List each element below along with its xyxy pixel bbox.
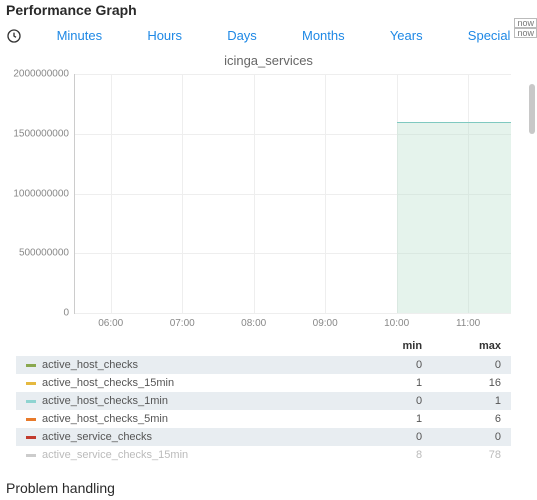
x-axis-label: 06:00 <box>98 318 123 329</box>
legend-series-name: active_host_checks_15min <box>42 377 174 389</box>
legend-table: min max active_host_checks00active_host_… <box>16 336 511 464</box>
legend-min-value: 1 <box>358 374 432 392</box>
legend-swatch <box>26 400 36 403</box>
legend-max-value: 6 <box>432 410 511 428</box>
legend-row[interactable]: active_host_checks 00 <box>16 356 511 374</box>
legend-swatch <box>26 454 36 457</box>
legend-swatch <box>26 364 36 367</box>
legend-series-name: active_service_checks <box>42 431 152 443</box>
legend-max-value: 0 <box>432 428 511 446</box>
tab-hours[interactable]: Hours <box>125 24 205 47</box>
y-axis-label: 1000000000 <box>9 188 69 199</box>
legend-series-name: active_host_checks <box>42 359 138 371</box>
gridline-h <box>75 74 511 75</box>
legend-col-max: max <box>432 336 511 356</box>
gridline-v <box>254 74 255 313</box>
chart-data-area <box>397 122 511 313</box>
page-title: Performance Graph <box>0 0 537 24</box>
x-axis-label: 07:00 <box>170 318 195 329</box>
now-button-top[interactable]: now <box>514 18 537 28</box>
now-button-bottom[interactable]: now <box>514 28 537 38</box>
y-axis-label: 500000000 <box>9 248 69 259</box>
legend-min-value: 0 <box>358 428 432 446</box>
tab-years[interactable]: Years <box>367 24 445 47</box>
legend-row[interactable]: active_host_checks_5min 16 <box>16 410 511 428</box>
now-button-group: now now <box>514 18 537 38</box>
legend-row[interactable]: active_host_checks_1min 01 <box>16 392 511 410</box>
legend-series-name: active_service_checks_15min <box>42 449 188 461</box>
tab-days[interactable]: Days <box>205 24 280 47</box>
legend-max-value: 16 <box>432 374 511 392</box>
clock-icon <box>6 28 22 44</box>
tab-months[interactable]: Months <box>279 24 367 47</box>
timerange-tabs: Minutes Hours Days Months Years Special <box>0 24 537 51</box>
y-axis-label: 1500000000 <box>9 128 69 139</box>
chart-title: icinga_services <box>8 53 529 68</box>
legend-series-name: active_host_checks_1min <box>42 395 168 407</box>
legend-swatch <box>26 436 36 439</box>
legend-max-value: 1 <box>432 392 511 410</box>
legend-row[interactable]: active_host_checks_15min 116 <box>16 374 511 392</box>
vertical-scrollbar[interactable] <box>529 84 535 134</box>
legend-col-min: min <box>358 336 432 356</box>
legend-swatch <box>26 418 36 421</box>
gridline-h <box>75 313 511 314</box>
gridline-v <box>111 74 112 313</box>
legend-row[interactable]: active_service_checks_15min 878 <box>16 446 511 464</box>
legend-row[interactable]: active_service_checks 00 <box>16 428 511 446</box>
legend-col-name <box>16 336 358 356</box>
legend-swatch <box>26 382 36 385</box>
y-axis-label: 0 <box>9 308 69 319</box>
y-axis-label: 2000000000 <box>9 69 69 80</box>
x-axis-label: 09:00 <box>313 318 338 329</box>
legend-series-name: active_host_checks_5min <box>42 413 168 425</box>
gridline-v <box>325 74 326 313</box>
chart-plot-area[interactable]: 0500000000100000000015000000002000000000… <box>74 74 511 314</box>
chart-container: icinga_services 050000000010000000001500… <box>0 53 537 464</box>
tab-minutes[interactable]: Minutes <box>34 24 125 47</box>
section-problem-handling: Problem handling <box>6 480 115 496</box>
legend-min-value: 1 <box>358 410 432 428</box>
legend-min-value: 0 <box>358 356 432 374</box>
legend-max-value: 0 <box>432 356 511 374</box>
legend-max-value: 78 <box>432 446 511 464</box>
legend-min-value: 0 <box>358 392 432 410</box>
gridline-v <box>182 74 183 313</box>
x-axis-label: 10:00 <box>384 318 409 329</box>
x-axis-label: 08:00 <box>241 318 266 329</box>
x-axis-label: 11:00 <box>456 318 480 329</box>
legend-min-value: 8 <box>358 446 432 464</box>
